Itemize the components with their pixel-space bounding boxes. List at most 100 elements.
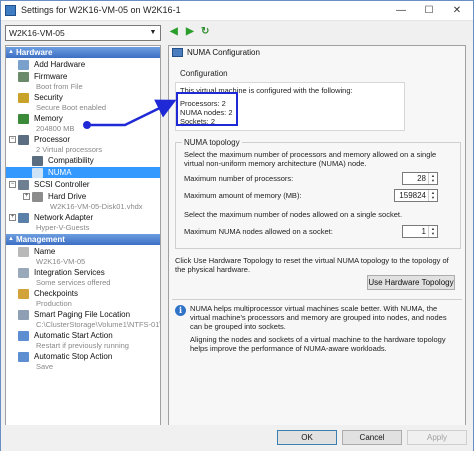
hard-drive-icon <box>32 192 43 202</box>
tree-item-label: Integration Services <box>34 268 105 277</box>
tree-item-label: Firmware <box>34 72 68 81</box>
automatic-stop-icon <box>18 352 29 362</box>
hardware-header-label: Hardware <box>16 48 53 57</box>
tree-item-scsi-controller[interactable]: − SCSI Controller <box>6 179 160 190</box>
spinner-arrows-icon[interactable]: ▲ ▼ <box>428 190 437 201</box>
tree-item-sub: Secure Boot enabled <box>36 103 107 112</box>
expand-toggle-icon[interactable]: + <box>23 193 30 200</box>
close-button[interactable]: ✕ <box>443 3 471 19</box>
tree-item-processor[interactable]: − Processor 2 Virtual processors <box>6 134 160 154</box>
tree-item-label: Processor <box>34 135 71 144</box>
divider <box>172 299 462 300</box>
firmware-icon <box>18 72 29 82</box>
memory-icon <box>18 114 29 124</box>
tree-item-memory[interactable]: Memory 204800 MB <box>6 113 160 133</box>
numa-summary-highlight <box>176 92 238 126</box>
processor-icon <box>18 135 29 145</box>
tree-item-add-hardware[interactable]: Add Hardware <box>6 59 160 70</box>
tree-item-compatibility[interactable]: Compatibility <box>6 155 160 166</box>
tree-item-sub: W2K16-VM-05-Disk01.vhdx <box>50 202 143 211</box>
tree-item-sub: 204800 MB <box>36 124 75 133</box>
tree-item-integration-services[interactable]: Integration Services Some services offer… <box>6 267 160 287</box>
tree-item-numa[interactable]: NUMA <box>6 167 160 178</box>
chevron-down-icon: ▼ <box>149 29 157 36</box>
apply-button[interactable]: Apply <box>407 430 467 445</box>
cancel-button[interactable]: Cancel <box>342 430 402 445</box>
tree-item-firmware[interactable]: Firmware Boot from File <box>6 71 160 91</box>
collapse-icon: ▲ <box>8 49 14 55</box>
expand-toggle-icon[interactable]: + <box>9 214 16 221</box>
max-memory-label: Maximum amount of memory (MB): <box>184 191 302 200</box>
tree-item-sub: W2K16-VM-05 <box>36 257 86 266</box>
max-nodes-value: 1 <box>421 227 426 236</box>
tree-item-hard-drive[interactable]: + Hard Drive W2K16-VM-05-Disk01.vhdx <box>6 191 160 211</box>
tree-item-sub: Save <box>36 362 54 371</box>
max-processors-value: 28 <box>417 174 426 183</box>
max-nodes-spinner[interactable]: 1 ▲ ▼ <box>402 225 438 238</box>
compatibility-icon <box>32 156 43 166</box>
dialog-buttons: OK Cancel Apply <box>1 425 473 451</box>
window-title: Settings for W2K16-VM-05 on W2K16-1 <box>21 5 181 15</box>
maximize-button[interactable]: ☐ <box>415 3 443 19</box>
tree-item-label: Automatic Start Action <box>34 331 113 340</box>
topology-description: Select the maximum number of processors … <box>184 150 437 168</box>
panel-title: NUMA Configuration <box>172 48 260 58</box>
tree-item-sub: 2 Virtual processors <box>36 145 103 154</box>
tree-item-sub: Boot from File <box>36 82 83 91</box>
spinner-arrows-icon[interactable]: ▲ ▼ <box>428 173 437 184</box>
tree-item-label: Add Hardware <box>34 60 86 69</box>
max-processors-spinner[interactable]: 28 ▲ ▼ <box>402 172 438 185</box>
tree-item-label: Smart Paging File Location <box>34 310 131 319</box>
minimize-button[interactable]: — <box>387 3 415 19</box>
ok-button[interactable]: OK <box>277 430 337 445</box>
max-processors-label: Maximum number of processors: <box>184 174 294 183</box>
automatic-start-icon <box>18 331 29 341</box>
numa-topology-group: NUMA topology Select the maximum number … <box>175 138 461 249</box>
scsi-controller-icon <box>18 180 29 190</box>
settings-app-icon <box>5 5 16 16</box>
info-icon: i <box>175 305 186 316</box>
tree-item-smart-paging[interactable]: Smart Paging File Location C:\ClusterSto… <box>6 309 160 329</box>
title-bar: Settings for W2K16-VM-05 on W2K16-1 — ☐ … <box>1 1 473 21</box>
tree-item-name[interactable]: Name W2K16-VM-05 <box>6 246 160 266</box>
back-arrow-icon[interactable]: ◀ <box>170 26 178 37</box>
numa-topology-title: NUMA topology <box>182 138 242 147</box>
max-memory-spinner[interactable]: 159824 ▲ ▼ <box>394 189 438 202</box>
collapse-toggle-icon[interactable]: − <box>9 181 16 188</box>
tree-item-checkpoints[interactable]: Checkpoints Production <box>6 288 160 308</box>
settings-window: Settings for W2K16-VM-05 on W2K16-1 — ☐ … <box>0 0 474 451</box>
panel-title-text: NUMA Configuration <box>187 48 260 57</box>
tree-item-label: Automatic Stop Action <box>34 352 113 361</box>
hardware-section-header[interactable]: ▲ Hardware <box>6 47 160 58</box>
smart-paging-icon <box>18 310 29 320</box>
name-icon <box>18 247 29 257</box>
add-hardware-icon <box>18 60 29 70</box>
collapse-toggle-icon[interactable]: − <box>9 136 16 143</box>
info-box: i NUMA helps multiprocessor virtual mach… <box>172 303 462 363</box>
reset-description: Click Use Hardware Topology to reset the… <box>175 256 449 274</box>
tree-item-automatic-start[interactable]: Automatic Start Action Restart if previo… <box>6 330 160 350</box>
management-section-header[interactable]: ▲ Management <box>6 234 160 245</box>
forward-arrow-icon[interactable]: ▶ <box>186 26 194 37</box>
use-hardware-topology-button[interactable]: Use Hardware Topology <box>367 275 455 290</box>
refresh-icon[interactable]: ↻ <box>201 26 209 37</box>
spinner-arrows-icon[interactable]: ▲ ▼ <box>428 226 437 237</box>
tree-item-security[interactable]: Security Secure Boot enabled <box>6 92 160 112</box>
tree-item-label: Checkpoints <box>34 289 79 298</box>
tree-item-label: Memory <box>34 114 63 123</box>
right-pane: ◀ ▶ ↻ NUMA Configuration Configuration T… <box>168 24 470 431</box>
network-adapter-icon <box>18 213 29 223</box>
tree-item-label: Security <box>34 93 63 102</box>
tree-item-label: NUMA <box>48 168 72 177</box>
tree-item-sub: Some services offered <box>36 278 111 287</box>
tree-item-network-adapter[interactable]: + Network Adapter Hyper-V-Guests <box>6 212 160 232</box>
info-text-2: Aligning the nodes and sockets of a virt… <box>190 335 446 353</box>
tree-item-automatic-stop[interactable]: Automatic Stop Action Save <box>6 351 160 371</box>
vm-selector-value: W2K16-VM-05 <box>9 28 65 38</box>
checkpoints-icon <box>18 289 29 299</box>
tree-item-label: Compatibility <box>48 156 94 165</box>
settings-tree: ▲ Hardware Add Hardware Firmware Boot fr… <box>5 45 161 431</box>
tree-item-label: Hard Drive <box>48 192 87 201</box>
vm-selector[interactable]: W2K16-VM-05 ▼ <box>5 25 161 41</box>
management-header-label: Management <box>16 235 65 244</box>
